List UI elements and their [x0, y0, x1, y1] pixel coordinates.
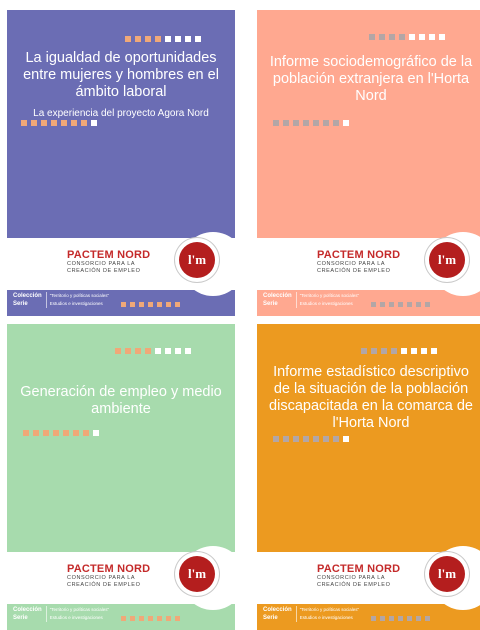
- decorative-squares-footer: [121, 302, 181, 307]
- logo-mark: l'm: [437, 252, 457, 267]
- brand-line-2: CREACIÓN DE EMPLEO: [67, 581, 141, 588]
- decorative-squares-top: [369, 34, 445, 40]
- decorative-squares-mid: [273, 120, 349, 126]
- coleccion-label: Colección: [263, 607, 292, 613]
- decorative-squares-footer: [371, 302, 431, 307]
- serie-label: Serie: [13, 615, 28, 621]
- serie-value: Estudios e investigaciones: [299, 301, 353, 306]
- cover-subtitle: La experiencia del proyecto Agora Nord: [33, 108, 209, 119]
- decorative-squares-mid: [273, 436, 349, 442]
- cover-title-block: Informe estadístico descriptivo de la si…: [265, 364, 477, 432]
- brand-name: PACTEM NORD: [67, 249, 151, 261]
- serie-label: Serie: [263, 615, 278, 621]
- pactem-logo-icon: l'm: [179, 556, 215, 592]
- pactem-logo-icon: l'm: [429, 556, 465, 592]
- coleccion-label: Colección: [263, 293, 292, 299]
- logo-band: PACTEM NORD CONSORCIO PARA LA CREACIÓN D…: [7, 232, 235, 296]
- coleccion-label: Colección: [13, 293, 42, 299]
- decorative-squares-footer: [121, 616, 181, 621]
- serie-value: Estudios e investigaciones: [49, 301, 103, 306]
- brand-name: PACTEM NORD: [67, 563, 151, 575]
- pactem-logo-text: PACTEM NORD CONSORCIO PARA LA CREACIÓN D…: [317, 563, 400, 588]
- collection-footer: Colección Serie "Territorio y políticas s…: [263, 292, 431, 308]
- decorative-squares-top: [361, 348, 437, 354]
- logo-mark: l'm: [187, 566, 207, 581]
- pactem-logo-text: PACTEM NORD CONSORCIO PARA LA CREACIÓN D…: [317, 249, 400, 274]
- pactem-logo-icon: l'm: [429, 242, 465, 278]
- book-cover-2[interactable]: Informe sociodemográfico de la población…: [257, 10, 480, 316]
- book-cover-1[interactable]: La igualdad de oportunidades entre mujer…: [7, 10, 235, 316]
- logo-mark: l'm: [437, 566, 457, 581]
- cover-title: La igualdad de oportunidades entre mujer…: [23, 50, 219, 100]
- cover-title: Generación de empleo y medio ambiente: [20, 384, 222, 417]
- brand-name: PACTEM NORD: [317, 249, 401, 261]
- serie-label: Serie: [263, 301, 278, 307]
- logo-band: PACTEM NORD CONSORCIO PARA LA CREACIÓN D…: [257, 546, 480, 610]
- collection-footer: Colección Serie "Territorio y políticas s…: [263, 606, 431, 622]
- brand-line-2: CREACIÓN DE EMPLEO: [317, 581, 391, 588]
- cover-title: Informe sociodemográfico de la población…: [269, 54, 473, 104]
- cover-title-block: La igualdad de oportunidades entre mujer…: [15, 50, 227, 120]
- decorative-squares-top: [125, 36, 201, 42]
- serie-label: Serie: [13, 301, 28, 307]
- brand-name: PACTEM NORD: [317, 563, 401, 575]
- book-cover-4[interactable]: Informe estadístico descriptivo de la si…: [257, 324, 480, 630]
- cover-title-block: Generación de empleo y medio ambiente: [15, 384, 227, 418]
- serie-value: Estudios e investigaciones: [49, 615, 103, 620]
- coleccion-value: "Territorio y políticas sociales": [49, 607, 110, 612]
- pactem-logo-icon: l'm: [179, 242, 215, 278]
- logo-mark: l'm: [187, 252, 207, 267]
- brand-line-2: CREACIÓN DE EMPLEO: [317, 267, 391, 274]
- logo-band: PACTEM NORD CONSORCIO PARA LA CREACIÓN D…: [7, 546, 235, 610]
- decorative-squares-footer: [371, 616, 431, 621]
- pactem-logo-text: PACTEM NORD CONSORCIO PARA LA CREACIÓN D…: [67, 563, 150, 588]
- collection-footer: Colección Serie "Territorio y políticas s…: [13, 292, 181, 308]
- coleccion-value: "Territorio y políticas sociales": [299, 607, 360, 612]
- serie-value: Estudios e investigaciones: [299, 615, 353, 620]
- collection-footer: Colección Serie "Territorio y políticas s…: [13, 606, 181, 622]
- cover-title: Informe estadístico descriptivo de la si…: [269, 364, 473, 431]
- coleccion-value: "Territorio y políticas sociales": [49, 293, 110, 298]
- coleccion-value: "Territorio y políticas sociales": [299, 293, 360, 298]
- decorative-squares-mid: [21, 120, 97, 126]
- coleccion-label: Colección: [13, 607, 42, 613]
- brand-line-2: CREACIÓN DE EMPLEO: [67, 267, 141, 274]
- cover-title-block: Informe sociodemográfico de la población…: [265, 54, 477, 105]
- pactem-logo-text: PACTEM NORD CONSORCIO PARA LA CREACIÓN D…: [67, 249, 150, 274]
- book-cover-3[interactable]: Generación de empleo y medio ambiente PA…: [7, 324, 235, 630]
- decorative-squares-top: [115, 348, 191, 354]
- decorative-squares-mid: [23, 430, 99, 436]
- logo-band: PACTEM NORD CONSORCIO PARA LA CREACIÓN D…: [257, 232, 480, 296]
